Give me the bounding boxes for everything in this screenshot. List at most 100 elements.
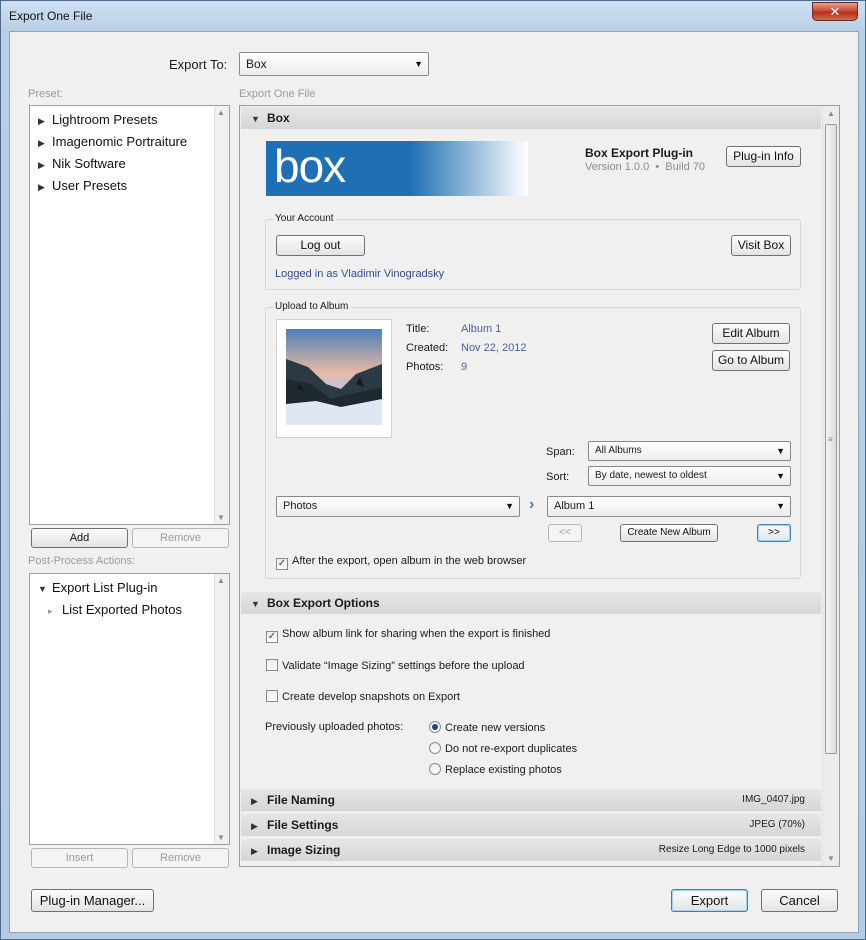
chevron-down-icon: ▼	[776, 471, 785, 481]
snapshots-checkbox[interactable]	[266, 690, 278, 702]
sort-select[interactable]: By date, newest to oldest ▼	[588, 466, 791, 486]
box-section-header[interactable]: ▼ Box	[241, 107, 821, 129]
image-sizing-summary: Resize Long Edge to 1000 pixels	[658, 844, 805, 855]
preset-label: Preset:	[28, 88, 63, 100]
album-photos-value: 9	[461, 361, 468, 373]
create-new-album-button[interactable]: Create New Album	[620, 524, 718, 542]
upload-album-group-title: Upload to Album	[273, 301, 351, 312]
radio-replace-existing[interactable]: Replace existing photos	[429, 763, 562, 776]
radio-unselected-icon[interactable]	[429, 742, 441, 754]
expanded-triangle-icon[interactable]: ▼	[251, 108, 267, 130]
album-created-label: Created:	[406, 342, 449, 354]
open-after-export-checkbox[interactable]: ✓	[276, 558, 288, 570]
title-bar[interactable]: Export One File ✕	[1, 1, 865, 31]
remove-action-button[interactable]: Remove	[132, 848, 229, 868]
logout-button[interactable]: Log out	[276, 235, 365, 256]
plugin-name: Box Export Plug-in	[585, 146, 693, 160]
collapsed-triangle-icon[interactable]: ▶	[251, 815, 267, 837]
radio-selected-icon[interactable]	[429, 721, 441, 733]
source-select[interactable]: Photos ▼	[276, 496, 520, 517]
export-to-value: Box	[246, 57, 267, 71]
plugin-manager-button[interactable]: Plug-in Manager...	[31, 889, 154, 912]
file-naming-summary: IMG_0407.jpg	[742, 794, 805, 805]
box-export-options-header[interactable]: ▼ Box Export Options	[241, 592, 821, 614]
previously-uploaded-label: Previously uploaded photos:	[265, 721, 404, 733]
span-select[interactable]: All Albums ▼	[588, 441, 791, 461]
export-to-label: Export To:	[169, 57, 228, 72]
preset-scrollbar[interactable]: ▲ ▼	[214, 106, 229, 524]
next-album-button[interactable]: >>	[757, 524, 791, 542]
prev-album-button[interactable]: <<	[548, 524, 582, 542]
settings-scrollbar[interactable]: ▲ ≡ ▼	[822, 106, 839, 866]
album-thumbnail-image	[286, 329, 382, 425]
post-process-list[interactable]: ▼ Export List Plug-in ▸ List Exported Phot…	[29, 573, 230, 845]
show-link-option[interactable]: ✓ Show album link for sharing when the ex…	[266, 628, 550, 643]
expand-triangle-icon[interactable]: ▶	[38, 116, 52, 127]
scroll-thumb[interactable]: ≡	[825, 124, 837, 754]
validate-sizing-checkbox[interactable]	[266, 659, 278, 671]
file-naming-header[interactable]: ▶ File Naming IMG_0407.jpg	[241, 789, 821, 811]
album-thumbnail-frame	[276, 319, 392, 438]
export-to-select[interactable]: Box ▼	[239, 52, 429, 76]
scroll-down-icon[interactable]: ▼	[217, 513, 225, 522]
preset-item-nik[interactable]: ▶ Nik Software	[38, 156, 126, 171]
collapsed-triangle-icon[interactable]: ▶	[251, 790, 267, 812]
radio-no-reexport-duplicates[interactable]: Do not re-export duplicates	[429, 742, 577, 755]
dialog-client-area: Export To: Box ▼ Preset: Export One File…	[9, 31, 859, 933]
cancel-button[interactable]: Cancel	[761, 889, 838, 912]
chevron-down-icon: ▼	[414, 59, 423, 69]
expanded-triangle-icon[interactable]: ▼	[251, 593, 267, 615]
expand-triangle-icon[interactable]: ▶	[38, 138, 52, 149]
go-to-album-button[interactable]: Go to Album	[712, 350, 790, 371]
plugin-version: Version 1.0.0 • Build 70	[585, 161, 706, 173]
file-settings-header[interactable]: ▶ File Settings JPEG (70%)	[241, 814, 821, 836]
album-photos-label: Photos:	[406, 361, 444, 373]
post-process-child[interactable]: ▸ List Exported Photos	[48, 602, 182, 617]
chevron-down-icon: ▼	[505, 501, 514, 511]
open-after-export-option[interactable]: ✓ After the export, open album in the web…	[276, 555, 526, 570]
album-created-value: Nov 22, 2012	[461, 342, 527, 354]
preset-list[interactable]: ▶ Lightroom Presets ▶ Imagenomic Portraitu…	[29, 105, 230, 525]
preset-item-user[interactable]: ▶ User Presets	[38, 178, 127, 193]
post-process-scrollbar[interactable]: ▲ ▼	[214, 574, 229, 844]
album-title-label: Title:	[406, 323, 430, 335]
bullet-triangle-icon: ▸	[48, 606, 53, 616]
add-preset-button[interactable]: Add	[31, 528, 128, 548]
edit-album-button[interactable]: Edit Album	[712, 323, 790, 344]
window-title: Export One File	[9, 9, 93, 23]
show-link-checkbox[interactable]: ✓	[266, 631, 278, 643]
scroll-down-icon[interactable]: ▼	[217, 833, 225, 842]
image-sizing-header[interactable]: ▶ Image Sizing Resize Long Edge to 1000 p…	[241, 839, 821, 861]
collapsed-triangle-icon[interactable]: ▶	[251, 840, 267, 862]
sort-label: Sort:	[546, 471, 570, 483]
plugin-info-button[interactable]: Plug-in Info	[726, 146, 801, 167]
logged-in-status: Logged in as Vladimir Vinogradsky	[275, 268, 445, 280]
expand-triangle-icon[interactable]: ▶	[38, 182, 52, 193]
export-button[interactable]: Export	[671, 889, 748, 912]
target-album-select[interactable]: Album 1 ▼	[547, 496, 791, 517]
visit-box-button[interactable]: Visit Box	[731, 235, 791, 256]
box-logo-banner: box	[266, 140, 528, 196]
export-dialog-window: Export One File ✕ Export To: Box ▼ Prese…	[0, 0, 866, 940]
insert-action-button[interactable]: Insert	[31, 848, 128, 868]
scroll-up-icon[interactable]: ▲	[827, 109, 835, 118]
export-settings-panel: ▼ Box box Box Export Plug-in Version 1.0.…	[239, 105, 840, 867]
expand-triangle-icon[interactable]: ▶	[38, 160, 52, 171]
scroll-down-icon[interactable]: ▼	[827, 854, 835, 863]
album-title-value: Album 1	[461, 323, 502, 335]
radio-unselected-icon[interactable]	[429, 763, 441, 775]
validate-sizing-option[interactable]: Validate “Image Sizing” settings before …	[266, 659, 525, 672]
scroll-up-icon[interactable]: ▲	[217, 576, 225, 585]
post-process-label: Post-Process Actions:	[28, 555, 135, 567]
preset-item-lightroom[interactable]: ▶ Lightroom Presets	[38, 112, 158, 127]
post-process-parent[interactable]: ▼ Export List Plug-in	[38, 580, 158, 595]
box-logo: box	[274, 140, 346, 192]
remove-preset-button[interactable]: Remove	[132, 528, 229, 548]
expanded-triangle-icon[interactable]: ▼	[38, 584, 52, 594]
chevron-down-icon: ▼	[776, 446, 785, 456]
radio-create-new-versions[interactable]: Create new versions	[429, 721, 545, 734]
close-button[interactable]: ✕	[812, 2, 858, 21]
snapshots-option[interactable]: Create develop snapshots on Export	[266, 690, 460, 703]
preset-item-imagenomic[interactable]: ▶ Imagenomic Portraiture	[38, 134, 187, 149]
scroll-up-icon[interactable]: ▲	[217, 108, 225, 117]
